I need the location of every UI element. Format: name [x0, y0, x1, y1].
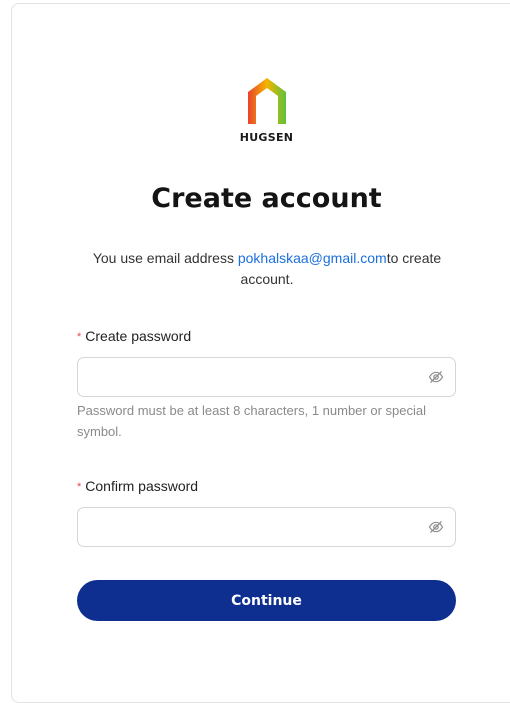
- create-password-input[interactable]: [78, 358, 432, 396]
- email-link[interactable]: pokhalskaa@gmail.com: [238, 250, 387, 266]
- eye-off-icon[interactable]: [428, 519, 444, 535]
- password-hint: Password must be at least 8 characters, …: [77, 403, 426, 439]
- email-info-prefix: You use email address: [92, 250, 238, 266]
- continue-button[interactable]: Continue: [77, 580, 456, 621]
- create-password-label-text: Create password: [85, 328, 192, 344]
- email-info-text: You use email address pokhalskaa@gmail.c…: [77, 248, 457, 290]
- eye-off-icon[interactable]: [428, 369, 444, 385]
- brand-name: HUGSEN: [239, 131, 294, 144]
- confirm-password-input[interactable]: [78, 508, 432, 546]
- create-password-label: * Create password: [77, 328, 191, 344]
- confirm-password-label-text: Confirm password: [85, 478, 199, 494]
- confirm-password-label: * Confirm password: [77, 478, 198, 494]
- page-title: Create account: [151, 183, 382, 214]
- required-mark: *: [77, 481, 82, 493]
- required-mark: *: [77, 331, 82, 343]
- brand-header: HUGSEN: [0, 72, 510, 144]
- house-logo-icon: [247, 78, 286, 124]
- create-password-field[interactable]: [77, 357, 456, 397]
- confirm-password-field[interactable]: [77, 507, 456, 547]
